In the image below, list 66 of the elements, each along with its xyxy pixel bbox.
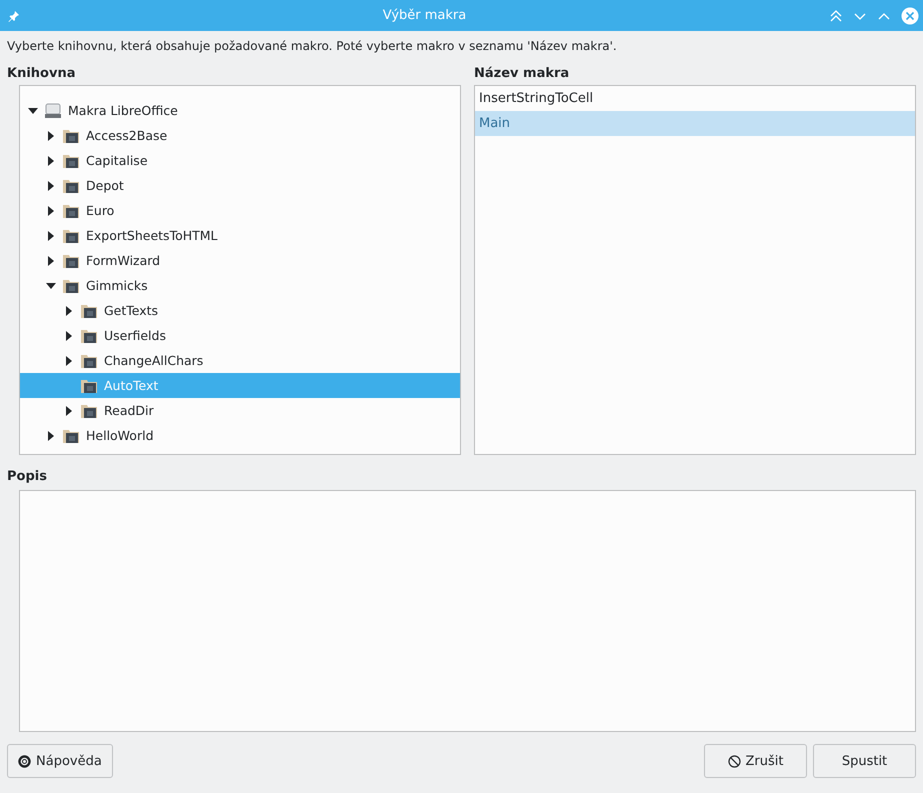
run-button[interactable]: Spustit: [813, 744, 916, 778]
macro-item[interactable]: Main: [475, 111, 915, 136]
tree-item-label: Depot: [86, 178, 124, 193]
tree-item[interactable]: ExportSheetsToHTML: [20, 223, 460, 248]
tree-item[interactable]: Access2Base: [20, 123, 460, 148]
tree-item-label: GetTexts: [104, 303, 158, 318]
tree-item-label: ChangeAllChars: [104, 353, 204, 368]
tree-item[interactable]: Userfields: [20, 323, 460, 348]
expanded-arrow-icon[interactable]: [46, 282, 56, 288]
tree-item-label: ReadDir: [104, 403, 154, 418]
tree-item[interactable]: FormWizard: [20, 248, 460, 273]
tree-item[interactable]: Makra LibreOffice: [20, 98, 460, 123]
tree-item-label: Euro: [86, 203, 114, 218]
tree-item[interactable]: HelloWorld: [20, 423, 460, 448]
tree-item-label: ExportSheetsToHTML: [86, 228, 218, 243]
folder-icon: [62, 152, 80, 168]
collapsed-arrow-icon[interactable]: [66, 330, 72, 340]
folder-icon: [62, 128, 80, 144]
tree-item-label: Userfields: [104, 328, 166, 343]
collapsed-arrow-icon[interactable]: [48, 130, 54, 140]
tree-item-label: Access2Base: [86, 128, 168, 143]
folder-icon: [80, 302, 98, 318]
folder-icon: [62, 252, 80, 268]
tree-item[interactable]: Capitalise: [20, 148, 460, 173]
window-title: Výběr makra: [382, 8, 468, 23]
collapsed-arrow-icon[interactable]: [48, 206, 54, 216]
tree-item[interactable]: Gimmicks: [20, 273, 460, 298]
folder-icon: [80, 378, 98, 394]
folder-icon: [80, 328, 98, 344]
folder-icon: [62, 202, 80, 218]
tree-item-label: AutoText: [104, 378, 158, 393]
tree-item-label: FormWizard: [86, 253, 160, 268]
collapsed-arrow-icon[interactable]: [48, 230, 54, 240]
tree-item-label: HelloWorld: [86, 428, 154, 443]
collapsed-arrow-icon[interactable]: [48, 156, 54, 166]
collapsed-arrow-icon[interactable]: [66, 356, 72, 366]
lifebuoy-icon: [18, 754, 31, 768]
tree-item-label: Gimmicks: [86, 278, 148, 293]
library-label: Knihovna: [7, 66, 76, 81]
collapsed-arrow-icon[interactable]: [66, 306, 72, 316]
folder-icon: [80, 352, 98, 368]
folder-icon: [80, 402, 98, 418]
cancel-button[interactable]: Zrušit: [704, 744, 807, 778]
drive-icon: [44, 102, 62, 118]
tree-item[interactable]: GetTexts: [20, 298, 460, 323]
collapsed-arrow-icon[interactable]: [48, 256, 54, 266]
collapsed-arrow-icon[interactable]: [66, 406, 72, 416]
collapsed-arrow-icon[interactable]: [48, 180, 54, 190]
instruction-text: Vyberte knihovnu, která obsahuje požadované makro. Poté vyberte makro v seznamu 'Název makra'.: [7, 39, 618, 53]
folder-icon: [62, 428, 80, 444]
macro-name-label: Název makra: [474, 66, 570, 81]
folder-icon: [62, 278, 80, 294]
tree-item[interactable]: Depot: [20, 173, 460, 198]
tree-item[interactable]: ReadDir: [20, 398, 460, 423]
macro-item[interactable]: InsertStringToCell: [475, 86, 915, 111]
help-button[interactable]: Nápověda: [7, 744, 113, 778]
cancel-icon: [728, 754, 740, 768]
tree-item[interactable]: Euro: [20, 198, 460, 223]
expanded-arrow-icon[interactable]: [28, 108, 38, 114]
description-label: Popis: [7, 469, 48, 484]
folder-icon: [62, 228, 80, 244]
folder-icon: [62, 178, 80, 194]
tree-item-label: Capitalise: [86, 153, 148, 168]
tree-item[interactable]: ChangeAllChars: [20, 348, 460, 373]
collapsed-arrow-icon[interactable]: [48, 430, 54, 440]
tree-item-label: Makra LibreOffice: [68, 103, 178, 118]
